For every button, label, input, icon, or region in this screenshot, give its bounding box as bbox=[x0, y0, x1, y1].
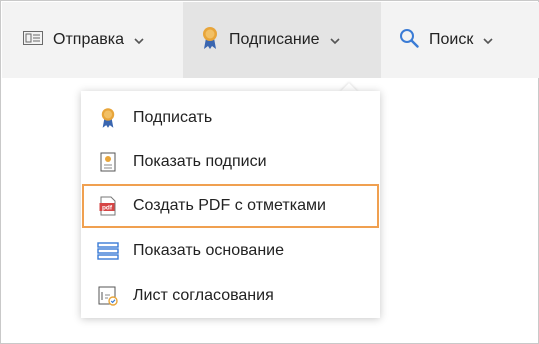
search-icon bbox=[399, 28, 419, 53]
chevron-down-icon bbox=[133, 34, 145, 46]
toolbar: Отправка Подписание Поиск bbox=[2, 2, 539, 78]
approval-sheet-icon bbox=[97, 285, 119, 307]
toolbar-send-label: Отправка bbox=[53, 31, 124, 48]
menu-item-show-basis[interactable]: Показать основание bbox=[81, 229, 380, 273]
sign-dropdown-menu: Подписать Показать подписи pdf Создать P… bbox=[81, 91, 380, 318]
pdf-icon: pdf bbox=[97, 195, 119, 217]
toolbar-send-menu[interactable]: Отправка bbox=[23, 2, 183, 78]
pdf-icon-text: pdf bbox=[102, 205, 113, 212]
toolbar-sign-menu[interactable]: Подписание bbox=[183, 2, 381, 78]
menu-item-label: Подписать bbox=[133, 109, 213, 126]
chevron-down-icon bbox=[329, 34, 341, 46]
menu-item-approval-sheet[interactable]: Лист согласования bbox=[81, 274, 380, 318]
stack-icon bbox=[97, 240, 119, 262]
menu-item-show-signatures[interactable]: Показать подписи bbox=[81, 140, 380, 184]
chevron-down-icon bbox=[482, 34, 494, 46]
menu-item-label: Показать подписи bbox=[133, 153, 267, 170]
menu-item-sign[interactable]: Подписать bbox=[81, 96, 380, 140]
medal-icon bbox=[97, 107, 119, 129]
medal-icon bbox=[201, 26, 219, 55]
menu-item-label: Показать основание bbox=[133, 242, 284, 259]
toolbar-search-menu[interactable]: Поиск bbox=[381, 2, 539, 78]
menu-item-label: Лист согласования bbox=[133, 287, 274, 304]
certificate-icon bbox=[97, 151, 119, 173]
toolbar-sign-label: Подписание bbox=[229, 31, 320, 48]
menu-item-label: Создать PDF с отметками bbox=[133, 197, 326, 214]
toolbar-search-label: Поиск bbox=[429, 31, 474, 48]
menu-item-create-pdf[interactable]: pdf Создать PDF с отметками bbox=[82, 184, 379, 228]
id-card-icon bbox=[23, 30, 43, 50]
